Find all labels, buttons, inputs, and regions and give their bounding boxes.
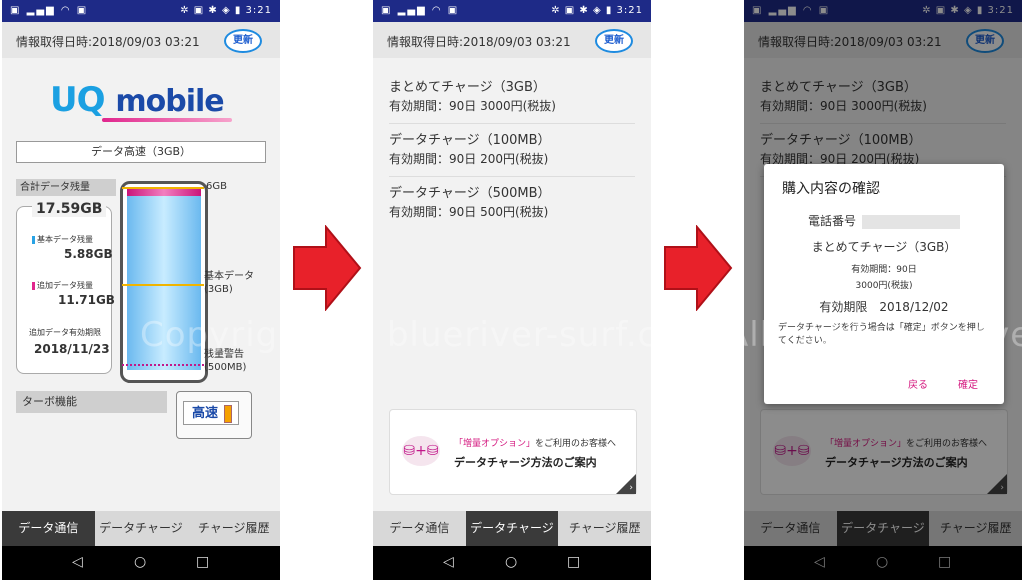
confirm-button[interactable]: 確定 xyxy=(958,376,978,391)
logo-uq: UQ xyxy=(50,80,106,120)
bottom-tabs: データ通信 データチャージ チャージ履歴 xyxy=(2,511,280,546)
level-line-warning xyxy=(122,363,204,366)
status-left-icons: ▣ ▂▄▆ ◠ ▣ xyxy=(10,5,89,16)
recent-apps-icon[interactable]: □ xyxy=(196,554,209,570)
charge-name: データチャージ（500MB） xyxy=(389,186,551,201)
charge-item[interactable]: まとめてチャージ（3GB） 有効期間：90日 3000円(税抜) xyxy=(389,78,635,124)
system-navbar: ◁ ○ □ xyxy=(2,546,280,580)
bottom-tabs: データ通信 データチャージ チャージ履歴 xyxy=(373,511,651,546)
charge-item[interactable]: データチャージ（500MB） 有効期間：90日 500円(税抜) xyxy=(389,184,635,229)
charge-name: データチャージ（100MB） xyxy=(389,133,551,148)
basic-legend-icon xyxy=(32,235,35,244)
database-plus-icon: ⛁+⛁ xyxy=(402,436,440,466)
extra-data-value: 11.71GB xyxy=(58,293,115,307)
back-icon[interactable]: ◁ xyxy=(72,554,83,570)
tab-data-charge[interactable]: データチャージ xyxy=(95,511,188,546)
level-6gb-label: 6GB xyxy=(206,181,227,192)
banner-title: データチャージ方法のご案内 xyxy=(454,456,597,469)
back-icon[interactable]: ◁ xyxy=(443,554,454,570)
logo-mobile: mobile xyxy=(115,84,224,119)
logo-swoosh xyxy=(102,118,232,122)
info-bar: 情報取得日時:2018/09/03 03:21 更新 xyxy=(2,22,280,58)
status-bar: ▣ ▂▄▆ ◠ ▣ ✲ ▣ ✱ ◈ ▮ 3:21 xyxy=(373,0,651,22)
dialog-price: 3000円(税抜) xyxy=(855,281,913,291)
refresh-button[interactable]: 更新 xyxy=(595,29,633,53)
dialog-expiry: 有効期限 2018/12/02 xyxy=(819,300,949,314)
status-left-icons: ▣ ▂▄▆ ◠ ▣ xyxy=(381,5,460,16)
tab-data-charge[interactable]: データチャージ xyxy=(465,511,559,546)
level-line-6gb xyxy=(122,187,204,189)
charge-detail: 有効期間：90日 200円(税抜) xyxy=(389,152,549,166)
extra-legend-icon xyxy=(32,281,35,290)
purchase-confirm-dialog: 購入内容の確認 電話番号 まとめてチャージ（3GB） 有効期間：90日 3000… xyxy=(764,164,1004,404)
status-bar: ▣ ▂▄▆ ◠ ▣ ✲ ▣ ✱ ◈ ▮ 3:21 xyxy=(2,0,280,22)
watermark: Copyright (c) blueriver-surf.com All rig… xyxy=(140,315,1024,355)
plan-name: データ高速（3GB） xyxy=(16,141,266,163)
fetch-datetime: 情報取得日時:2018/09/03 03:21 xyxy=(16,35,200,49)
turbo-state: 高速 xyxy=(183,401,239,425)
extra-expiry-value: 2018/11/23 xyxy=(34,342,110,356)
recent-apps-icon[interactable]: □ xyxy=(567,554,580,570)
extra-expiry-label: 追加データ有効期限 xyxy=(29,328,101,337)
red-arrow-icon xyxy=(664,225,733,311)
level-line-basic xyxy=(122,283,204,286)
phone-number-redacted xyxy=(862,214,960,229)
phone-screen-confirm: ▣ ▂▄▆ ◠ ▣ ✲ ▣ ✱ ◈ ▮ 3:21 情報取得日時:2018/09/… xyxy=(744,0,1022,580)
refresh-button[interactable]: 更新 xyxy=(224,29,262,53)
charge-detail: 有効期間：90日 3000円(税抜) xyxy=(389,99,556,113)
tab-data-usage[interactable]: データ通信 xyxy=(2,511,95,546)
phone-number-row: 電話番号 xyxy=(764,212,1004,229)
banner-corner xyxy=(616,474,636,494)
banner-subtitle: 「増量オプション」をご利用のお客様へ xyxy=(454,439,617,449)
extra-data-label: 追加データ残量 xyxy=(32,280,93,291)
charge-item[interactable]: データチャージ（100MB） 有効期間：90日 200円(税抜) xyxy=(389,131,635,177)
turbo-label: ターボ機能 xyxy=(16,391,167,413)
red-arrow-icon xyxy=(293,225,362,311)
fetch-datetime: 情報取得日時:2018/09/03 03:21 xyxy=(387,35,571,49)
basic-data-label: 基本データ残量 xyxy=(32,234,93,245)
status-right-icons: ✲ ▣ ✱ ◈ ▮ 3:21 xyxy=(551,5,643,16)
uq-mobile-logo: UQ mobile xyxy=(50,80,225,120)
total-data-label: 合計データ残量 xyxy=(16,179,116,196)
tab-charge-history[interactable]: チャージ履歴 xyxy=(187,511,280,546)
home-icon[interactable]: ○ xyxy=(505,554,517,570)
toggle-knob xyxy=(224,405,232,423)
basic-data-value: 5.88GB xyxy=(64,247,113,261)
tab-data-usage[interactable]: データ通信 xyxy=(373,511,466,546)
back-button[interactable]: 戻る xyxy=(908,376,928,391)
dialog-period: 有効期間：90日 xyxy=(851,265,917,275)
level-basic-label: 基本データ (3GB) xyxy=(204,270,254,295)
turbo-toggle[interactable]: 高速 xyxy=(176,391,252,439)
chevron-right-icon: › xyxy=(629,483,633,493)
home-icon[interactable]: ○ xyxy=(134,554,146,570)
info-bar: 情報取得日時:2018/09/03 03:21 更新 xyxy=(373,22,651,58)
status-right-icons: ✲ ▣ ✱ ◈ ▮ 3:21 xyxy=(180,5,272,16)
total-data-value: 17.59GB xyxy=(32,201,107,217)
dialog-item: まとめてチャージ（3GB） xyxy=(811,240,957,254)
system-navbar: ◁ ○ □ xyxy=(373,546,651,580)
tab-charge-history[interactable]: チャージ履歴 xyxy=(558,511,651,546)
charge-guide-banner[interactable]: ⛁+⛁ 「増量オプション」をご利用のお客様へ データチャージ方法のご案内 › xyxy=(389,409,637,495)
phone-screen-data-charge: ▣ ▂▄▆ ◠ ▣ ✲ ▣ ✱ ◈ ▮ 3:21 情報取得日時:2018/09/… xyxy=(373,0,651,580)
phone-screen-data-usage: ▣ ▂▄▆ ◠ ▣ ✲ ▣ ✱ ◈ ▮ 3:21 情報取得日時:2018/09/… xyxy=(2,0,280,580)
charge-detail: 有効期間：90日 500円(税抜) xyxy=(389,205,549,219)
dialog-title: 購入内容の確認 xyxy=(782,181,880,197)
charge-name: まとめてチャージ（3GB） xyxy=(389,80,546,95)
